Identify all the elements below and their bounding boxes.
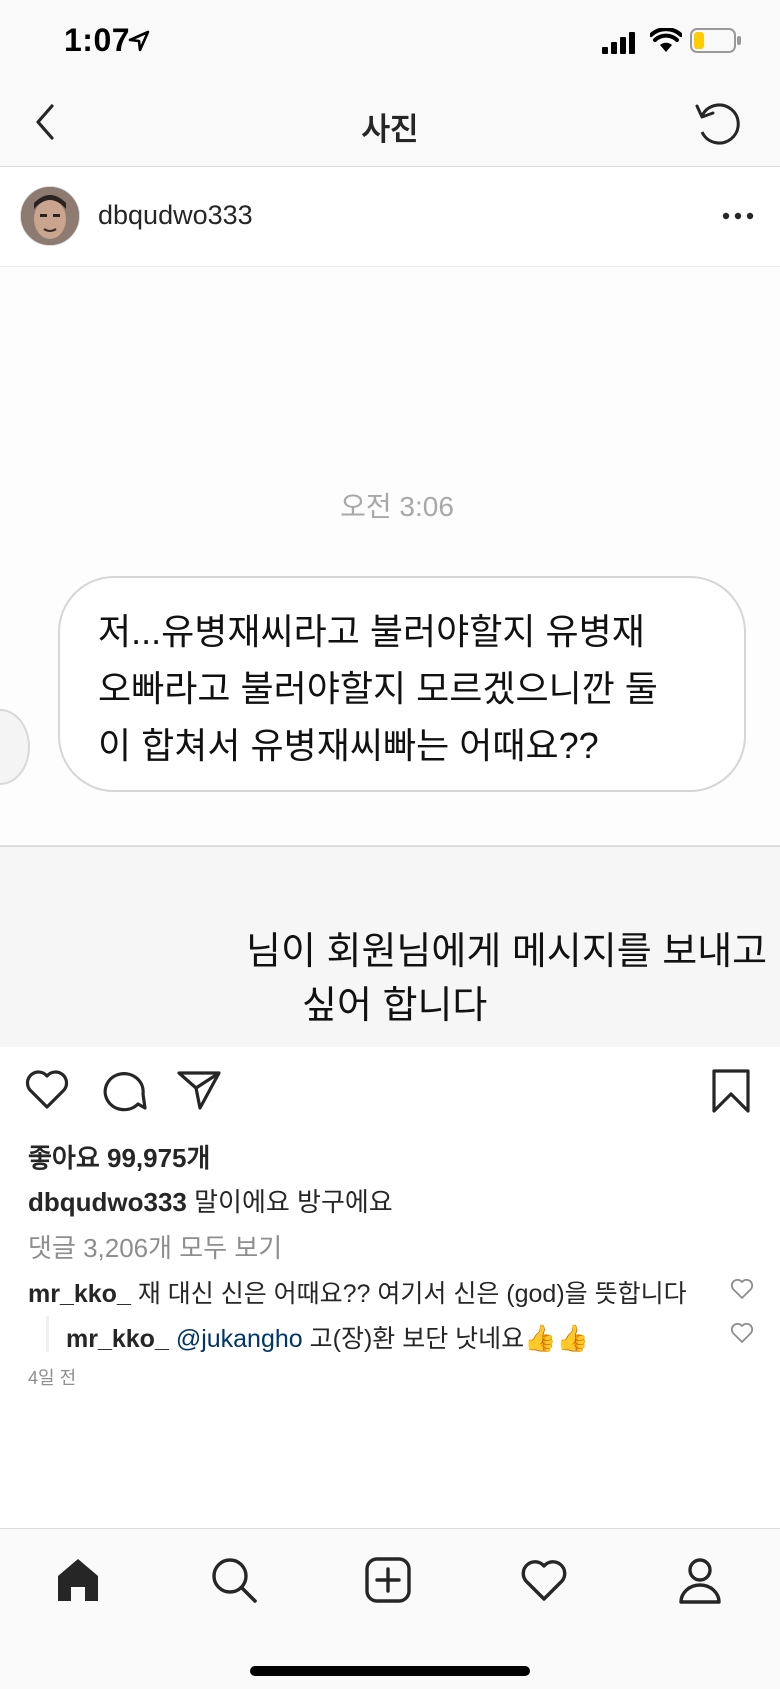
message-time: 오전 3:06 — [340, 491, 454, 522]
search-icon[interactable] — [210, 1556, 258, 1604]
bookmark-icon[interactable] — [710, 1068, 752, 1114]
caption-text: 말이에요 방구에요 — [194, 1187, 393, 1217]
back-button[interactable] — [30, 100, 64, 144]
comment-icon[interactable] — [102, 1068, 148, 1112]
comment-text: 고(장)환 보단 낫네요 — [309, 1325, 525, 1353]
status-time: 1:07 — [64, 22, 131, 58]
more-options-button[interactable] — [722, 210, 754, 222]
home-indicator[interactable] — [250, 1666, 530, 1676]
location-arrow-icon — [128, 30, 150, 52]
comment-reply: mr_kko_ @jukangho 고(장)환 보단 낫네요👍👍 — [66, 1319, 589, 1355]
message-line: 저...유병재씨라고 불러야할지 유병재 — [98, 611, 645, 652]
battery-icon — [690, 28, 741, 53]
post-username[interactable]: dbqudwo333 — [98, 200, 253, 231]
profile-icon[interactable] — [676, 1556, 724, 1604]
home-icon[interactable] — [54, 1556, 102, 1604]
add-post-icon[interactable] — [364, 1556, 412, 1604]
caption-username[interactable]: dbqudwo333 — [28, 1187, 187, 1217]
comment-like-heart-icon[interactable] — [730, 1278, 754, 1300]
refresh-icon — [695, 103, 740, 145]
comment-username[interactable]: mr_kko_ — [66, 1325, 169, 1353]
avatar[interactable] — [20, 186, 80, 246]
comment-text: 재 대신 신은 어때요?? 여기서 신은 (god)을 뜻합니다 — [137, 1280, 687, 1308]
cellular-signal-icon — [602, 32, 635, 54]
comment-mention[interactable]: @jukangho — [176, 1325, 303, 1353]
message-request-text: 님이 회원님에게 메시지를 보내고 싶어 합니다 — [246, 925, 780, 1033]
refresh-button[interactable] — [694, 98, 742, 150]
message-text: 저...유병재씨라고 불러야할지 유병재 오빠라고 불러야할지 모르겠으니깐 둘… — [98, 603, 738, 774]
wifi-icon — [650, 28, 682, 52]
activity-heart-icon[interactable] — [520, 1556, 568, 1604]
comment-like-heart-icon[interactable] — [730, 1322, 754, 1344]
comment: mr_kko_ 재 대신 신은 어때요?? 여기서 신은 (god)을 뜻합니다 — [28, 1274, 687, 1310]
reply-indent-line — [46, 1316, 49, 1352]
post-timestamp: 4일 전 — [28, 1368, 77, 1388]
likes-count[interactable]: 좋아요 99,975개 — [28, 1138, 210, 1175]
view-all-comments-link[interactable]: 댓글 3,206개 모두 보기 — [28, 1228, 282, 1265]
more-dots-icon — [722, 212, 754, 220]
request-line: 님이 회원님에게 메시지를 보내고 — [246, 931, 768, 973]
tab-bar — [0, 1528, 780, 1689]
comment-username[interactable]: mr_kko_ — [28, 1280, 131, 1308]
sender-avatar — [0, 709, 30, 785]
share-icon[interactable] — [176, 1068, 222, 1110]
message-line: 이 합쳐서 유병재씨빠는 어때요?? — [98, 725, 599, 766]
chevron-left-icon — [36, 104, 54, 140]
message-line: 오빠라고 불러야할지 모르겠으니깐 둘 — [98, 668, 658, 709]
heart-icon[interactable] — [24, 1068, 70, 1110]
caption: dbqudwo333 말이에요 방구에요 — [28, 1182, 393, 1219]
user-photo-icon — [21, 187, 79, 245]
post-image[interactable]: 오전 3:06 저...유병재씨라고 불러야할지 유병재 오빠라고 불러야할지 … — [0, 267, 780, 1047]
page-title: 사진 — [361, 112, 419, 147]
request-line: 싶어 합니다 — [302, 985, 488, 1027]
thumbs-up-emoji: 👍👍 — [524, 1323, 589, 1353]
